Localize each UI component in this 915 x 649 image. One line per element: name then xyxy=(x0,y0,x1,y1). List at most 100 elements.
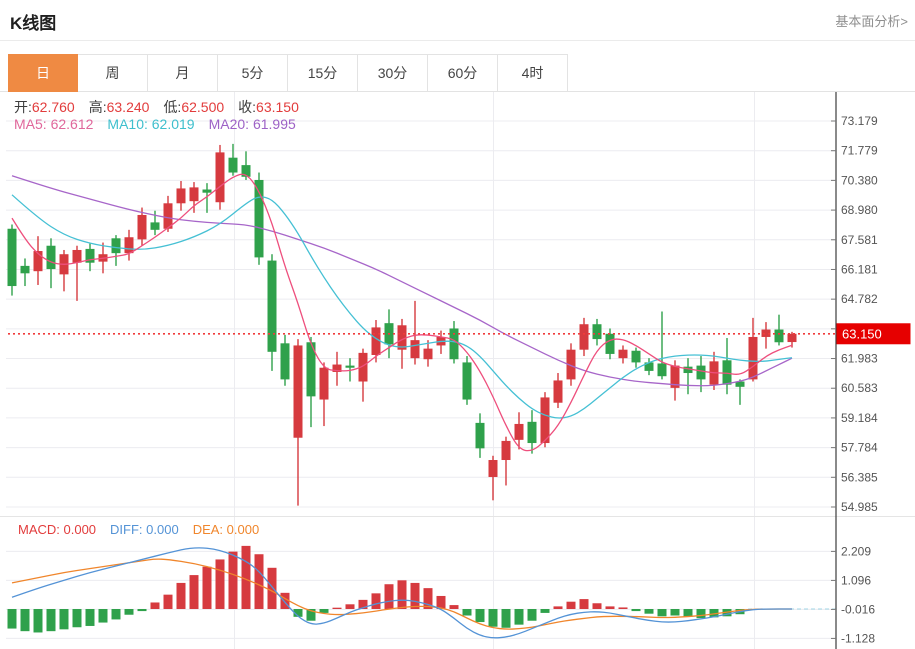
candle-body xyxy=(788,334,797,342)
ohlc-item: 高:63.240 xyxy=(89,99,150,115)
candle-body xyxy=(8,229,17,286)
tab-5min[interactable]: 5分 xyxy=(218,54,288,92)
macd-bar xyxy=(385,584,394,609)
macd-item: DIFF: 0.000 xyxy=(110,522,179,537)
macd-bar xyxy=(567,602,576,609)
macd-bar xyxy=(333,608,342,609)
candle-body xyxy=(697,366,706,380)
macd-axis-label: 1.096 xyxy=(841,573,871,587)
candle-body xyxy=(632,351,641,363)
macd-bar xyxy=(125,609,134,615)
candle-body xyxy=(203,190,212,193)
candle-body xyxy=(502,441,511,460)
candle-body xyxy=(346,366,355,368)
macd-bar xyxy=(476,609,485,622)
macd-item: DEA: 0.000 xyxy=(193,522,260,537)
macd-bar xyxy=(151,602,160,609)
candle-body xyxy=(749,337,758,379)
macd-bar xyxy=(528,609,537,621)
macd-bar xyxy=(645,609,654,614)
macd-bar xyxy=(138,609,147,611)
macd-bar xyxy=(190,575,199,609)
page-title: K线图 xyxy=(10,9,56,34)
macd-bar xyxy=(372,593,381,609)
tab-week[interactable]: 周 xyxy=(78,54,148,92)
macd-bar xyxy=(60,609,69,629)
ohlc-legend: 开:62.760高:63.240低:62.500收:63.150 xyxy=(14,97,313,117)
macd-bar xyxy=(164,595,173,609)
macd-bar xyxy=(411,583,420,609)
tab-60min[interactable]: 60分 xyxy=(428,54,498,92)
tab-30min[interactable]: 30分 xyxy=(358,54,428,92)
candle-body xyxy=(398,325,407,349)
macd-bar xyxy=(99,609,108,623)
macd-bar xyxy=(229,552,238,609)
ma-legend: MA5: 62.612 MA10: 62.019 MA20: 61.995 xyxy=(14,116,310,132)
macd-bar xyxy=(73,609,82,627)
macd-bar xyxy=(671,609,680,616)
candle-body xyxy=(515,424,524,440)
macd-bar xyxy=(580,599,589,609)
y-axis-label: 56.385 xyxy=(841,470,878,484)
candle-body xyxy=(177,188,186,203)
ma5-line xyxy=(12,174,792,450)
candle-body xyxy=(489,460,498,477)
candle-body xyxy=(580,324,589,349)
macd-bar xyxy=(502,609,511,628)
macd-bar xyxy=(112,609,121,619)
y-axis-label: 59.184 xyxy=(841,411,878,425)
candle-body xyxy=(281,343,290,379)
kline-chart[interactable]: 73.17971.77970.38068.98067.58166.18164.7… xyxy=(0,92,915,649)
candle-body xyxy=(554,380,563,402)
y-axis-label: 57.784 xyxy=(841,441,878,455)
macd-bar xyxy=(658,609,667,616)
candle-body xyxy=(541,397,550,443)
macd-bar xyxy=(47,609,56,631)
macd-item: MACD: 0.000 xyxy=(18,522,96,537)
macd-bar xyxy=(541,609,550,613)
candle-body xyxy=(190,187,199,201)
macd-bar xyxy=(86,609,95,626)
page-header: K线图 基本面分析> xyxy=(0,0,915,41)
macd-legend: MACD: 0.000 DIFF: 0.000 DEA: 0.000 xyxy=(18,522,273,537)
macd-bar xyxy=(255,554,264,609)
tab-month[interactable]: 月 xyxy=(148,54,218,92)
macd-bar xyxy=(203,567,212,609)
ma-item: MA10: 62.019 xyxy=(107,116,194,132)
macd-bar xyxy=(21,609,30,631)
macd-bar xyxy=(216,559,225,609)
macd-bar xyxy=(398,580,407,609)
ohlc-item: 收:63.150 xyxy=(238,99,299,115)
macd-bar xyxy=(515,609,524,625)
period-tabbar: 日周月5分15分30分60分4时 xyxy=(0,54,915,92)
y-axis-label: 68.980 xyxy=(841,203,878,217)
macd-bar xyxy=(489,609,498,627)
macd-bar xyxy=(554,606,563,609)
candle-body xyxy=(21,266,30,273)
candle-body xyxy=(112,238,121,253)
macd-axis-label: 2.209 xyxy=(841,544,871,558)
y-axis-label: 54.985 xyxy=(841,500,878,514)
tab-15min[interactable]: 15分 xyxy=(288,54,358,92)
y-axis-label: 67.581 xyxy=(841,233,878,247)
candle-body xyxy=(125,237,134,253)
ohlc-item: 开:62.760 xyxy=(14,99,75,115)
candle-body xyxy=(47,246,56,269)
macd-bar xyxy=(697,609,706,618)
tab-4hour[interactable]: 4时 xyxy=(498,54,568,92)
macd-axis-label: -1.128 xyxy=(841,631,875,645)
ma-item: MA20: 61.995 xyxy=(209,116,296,132)
tab-day[interactable]: 日 xyxy=(8,54,78,92)
y-axis-label: 64.782 xyxy=(841,292,878,306)
ma-item: MA5: 62.612 xyxy=(14,116,93,132)
macd-bar xyxy=(606,606,615,609)
candle-body xyxy=(294,345,303,437)
candle-body xyxy=(424,349,433,360)
macd-bar xyxy=(463,609,472,616)
fundamental-analysis-link[interactable]: 基本面分析> xyxy=(835,11,908,30)
candle-body xyxy=(463,362,472,399)
candle-body xyxy=(268,261,277,352)
macd-bar xyxy=(632,609,641,611)
candle-body xyxy=(411,340,420,358)
candle-body xyxy=(151,222,160,229)
